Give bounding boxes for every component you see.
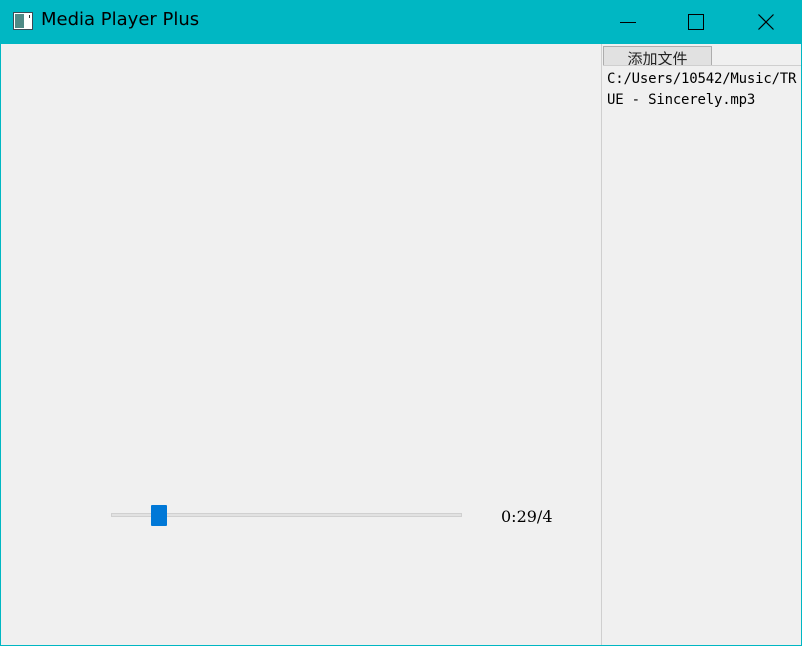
app-window: Media Player Plus 0:29/4 添加文件 C:/Users/1…	[0, 0, 802, 646]
app-icon	[13, 12, 33, 30]
video-area[interactable]: 0:29/4	[1, 44, 601, 645]
progress-slider-handle[interactable]	[151, 505, 168, 526]
maximize-icon	[688, 14, 704, 30]
add-file-button[interactable]: 添加文件	[603, 46, 712, 66]
window-title: Media Player Plus	[41, 9, 200, 30]
minimize-button[interactable]	[605, 0, 651, 44]
client-area: 0:29/4 添加文件 C:/Users/10542/Music/TRUE - …	[1, 44, 801, 645]
playlist-item[interactable]: C:/Users/10542/Music/TRUE - Sincerely.mp…	[603, 66, 801, 111]
maximize-button[interactable]	[673, 0, 719, 44]
playlist-panel: 添加文件 C:/Users/10542/Music/TRUE - Sincere…	[601, 44, 801, 645]
minimize-icon	[620, 22, 636, 23]
close-icon	[758, 14, 774, 30]
playlist[interactable]: C:/Users/10542/Music/TRUE - Sincerely.mp…	[603, 65, 801, 644]
time-display: 0:29/4	[501, 507, 553, 526]
close-button[interactable]	[743, 0, 789, 44]
title-bar[interactable]: Media Player Plus	[0, 0, 802, 44]
